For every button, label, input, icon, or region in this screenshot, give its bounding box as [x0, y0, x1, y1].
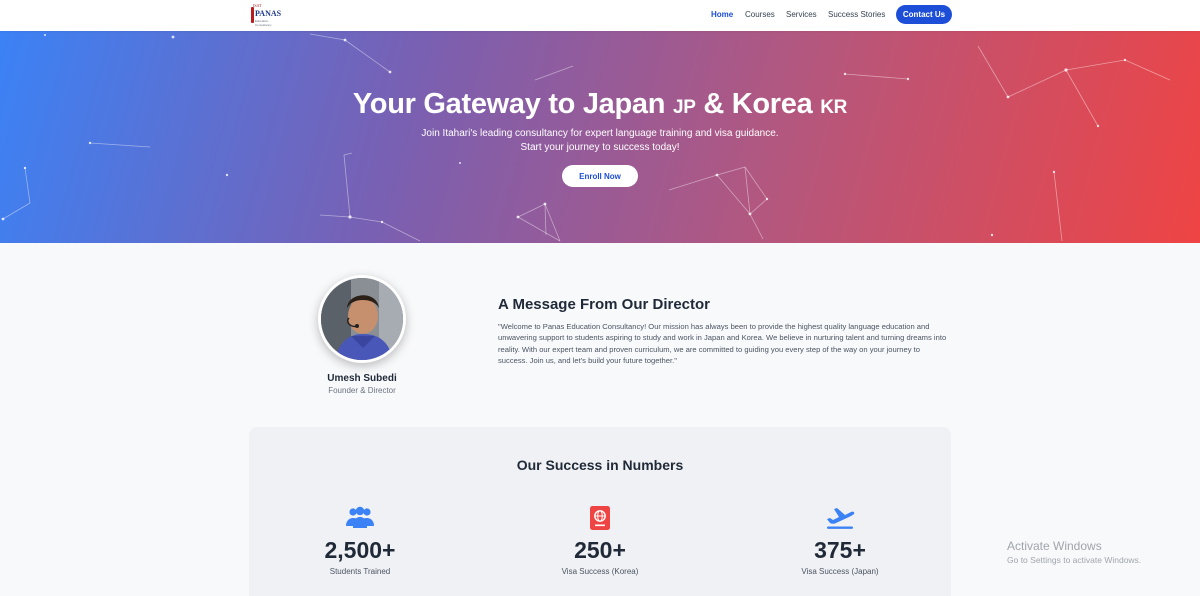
director-photo	[321, 278, 403, 360]
stat-visa-korea: 250+ Visa Success (Korea)	[500, 505, 700, 576]
enroll-now-button[interactable]: Enroll Now	[562, 165, 638, 187]
stat-value: 2,500+	[324, 537, 396, 563]
logo-sub-text: Education Consultancy	[255, 19, 272, 27]
nav-link-services[interactable]: Services	[786, 10, 817, 19]
hero-subtitle-line1: Join Itahari's leading consultancy for e…	[421, 128, 779, 139]
nav-link-home[interactable]: Home	[711, 10, 733, 19]
stat-label: Students Trained	[329, 567, 391, 576]
stats-title: Our Success in Numbers	[516, 457, 684, 473]
passport-icon	[500, 505, 700, 531]
japan-flag-tag: JP	[672, 97, 696, 118]
nav-link-success-stories[interactable]: Success Stories	[828, 10, 885, 19]
stat-value: 375+	[814, 537, 866, 563]
stat-value: 250+	[574, 537, 626, 563]
stat-label: Visa Success (Korea)	[561, 567, 639, 576]
director-role: Founder & Director	[328, 386, 396, 395]
success-stats-section: Our Success in Numbers 2,500+ Students T…	[249, 427, 951, 596]
plane-departure-icon	[740, 505, 940, 531]
hero-banner: Your Gateway to Japan JP & Korea KR Join…	[0, 31, 1200, 243]
stat-visa-japan: 375+ Visa Success (Japan)	[740, 505, 940, 576]
hero-title-part1: Your Gateway to Japan	[352, 88, 666, 120]
activate-windows-watermark-subtitle: Go to Settings to activate Windows.	[1007, 555, 1142, 565]
activate-windows-watermark-title: Activate Windows	[1007, 539, 1102, 553]
contact-us-button[interactable]: Contact Us	[896, 5, 952, 24]
director-message-title: A Message From Our Director	[498, 296, 710, 313]
hero-title: Your Gateway to Japan JP & Korea KR	[0, 88, 1200, 121]
director-name: Umesh Subedi	[327, 373, 397, 384]
director-message-body: "Welcome to Panas Education Consultancy!…	[498, 322, 947, 365]
logo-top-text: ISAT	[253, 3, 262, 8]
users-icon	[260, 505, 460, 531]
stat-label: Visa Success (Japan)	[801, 567, 879, 576]
logo-main-text: PANAS	[255, 9, 282, 18]
director-avatar	[318, 275, 406, 363]
stat-students-trained: 2,500+ Students Trained	[260, 505, 460, 576]
hero-title-part2: & Korea	[703, 88, 813, 120]
site-logo[interactable]: ISAT PANAS Education Consultancy	[250, 3, 282, 27]
top-navbar: ISAT PANAS Education Consultancy Home Co…	[0, 0, 1200, 31]
nav-link-courses[interactable]: Courses	[745, 10, 775, 19]
logo-accent-bar	[251, 7, 254, 23]
hero-subtitle-line2: Start your journey to success today!	[520, 142, 680, 153]
korea-flag-tag: KR	[820, 97, 848, 118]
